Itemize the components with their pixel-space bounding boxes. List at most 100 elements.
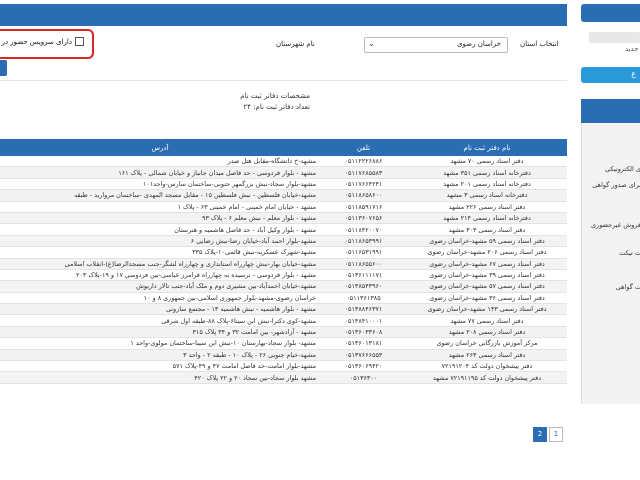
cell-tel: ۰۵۱۱۶۵۳۱۹۹۱ — [320, 246, 407, 259]
table-row: مشهد - خیابان امام خمینی - امام خمینی ۶۳… — [0, 201, 567, 213]
sidebar-item-ticket[interactable]: ت تیکت — [619, 249, 640, 257]
cell-address: مشهد-خیابان فلسطین - نبش فلسطین ۱۵ - مقا… — [0, 189, 320, 202]
province-value: خراسان رضوی — [457, 40, 501, 48]
cell-tel: ۰۵۱۱۷۶۸۵۵۸۳ — [320, 166, 407, 179]
cell-name: دفتر اسناد رسمی ۷۰ مشهد — [407, 156, 567, 168]
table-row: مشهد- بلوار سجاد-بهارستان ۱۰-نبش ابن سین… — [0, 337, 567, 350]
cell-tel: ۰۵۱۱۷۶۶۴۲۴۱ — [320, 178, 407, 191]
cell-address: مشهد - بلوار وکیل آباد - حد فاصل هاشمیه … — [0, 223, 320, 236]
cell-address: مشهد - آزادشهر- بین امامت ۳۲ و ۳۴ پلاک ۳… — [0, 326, 320, 339]
sidebar-button[interactable]: ع — [581, 67, 640, 83]
cell-address: مشهد-بلوار سجاد-نبش بزرگمهر جنوبی-ساختما… — [0, 178, 320, 191]
table-row: مشهد-خیابان فلسطین - نبش فلسطین ۱۵ - مقا… — [0, 189, 567, 202]
page-2-button[interactable]: 2 — [533, 427, 547, 442]
table-body: مشهد-خ دانشگاه-مقابل هتل صدر ۰۵۱۱۲۲۲۶۸۸۶ د… — [0, 156, 567, 384]
cell-name: مرکز آموزش بازرگانی خراسان رضوی — [407, 337, 567, 350]
cell-name: دفترخانه اسناد رسمی ۲۰۱ مشهد — [407, 178, 567, 191]
cell-tel: ۰۵۱۳۶۳۰۰ — [320, 371, 407, 384]
summary-count: تعداد دفاتر ثبت نام: ۲۴ — [243, 103, 310, 111]
cell-address: خراسان رضوی-مشهد-بلوار جمهوری اسلامی-بین… — [0, 292, 320, 305]
sidebar-item-certificate[interactable]: ت گواهی — [616, 283, 640, 291]
cell-address: مشهد-خ دانشگاه-مقابل هتل صدر — [0, 156, 320, 168]
cell-address: مشهد-شهرک عسکریه-نبش قائمی۱۰-پلاک ۳۳۵ — [0, 246, 320, 259]
table-row: مشهد-بلوار امامت-حد فاصل امامت ۴۷ و ۴۹-پ… — [0, 360, 567, 373]
cell-tel: ۰۵۱۳۷۶۶۶۵۵۳ — [320, 349, 407, 362]
service-checkbox[interactable] — [75, 37, 84, 46]
table-row: مشهد-کوی دکترا-نبش ابن سینا۶-پلاک ۸۸-طبق… — [0, 314, 567, 327]
column-header-name: نام دفتر ثبت نام — [407, 139, 567, 156]
sidebar-item-certificate-issue[interactable]: برای صدور گواهی — [592, 181, 640, 189]
province-label: انتخاب استان — [520, 40, 559, 48]
cell-tel: ۰۵۱۳۶۰۳۳۶۰۸ — [320, 326, 407, 339]
table-row: مشهد-خیابان احمدآباد-بین مشیری دوم و ملک… — [0, 280, 567, 293]
cell-address: مشهد - بلوار هاشمیه - نبش هاشمیه ۱۳ - مج… — [0, 303, 320, 316]
table-row: مشهد-بلوار احمد آباد-خیابان رضا-نبش رضای… — [0, 235, 567, 248]
chevron-down-icon: ⌄ — [368, 39, 375, 48]
cell-tel: ۰۵۱۳۶۰۶۹۴۲۰ — [320, 360, 407, 373]
cell-name: دفترخانه اسناد رسمی ۳۵۱ مشهد — [407, 166, 567, 179]
table-row: مشهد-خیام جنوبی ۲۶ - پلاک ۱۰ - طبقه ۲ - … — [0, 349, 567, 362]
table-row: مشهد-خیابان بهار-نبش چهارراه استانداری و… — [0, 258, 567, 270]
cell-address: مشهد-کوی دکترا-نبش ابن سینا۶-پلاک ۸۸-طبق… — [0, 314, 320, 327]
cell-name: دفترخانه اسناد رسمی ۳ مشهد — [407, 189, 567, 202]
table-row: مشهد-بلوار سجاد-نبش بزرگمهر جنوبی-ساختما… — [0, 178, 567, 191]
table-row: مشهد - بلوار هاشمیه - نبش هاشمیه ۱۳ - مج… — [0, 303, 567, 316]
cell-tel: ۰۵۱۱۸۶۵۳۹۹۱ — [320, 235, 407, 248]
cell-name: دفتر اسناد رسمی ۳۶ مشهد-خراسان رضوی — [407, 292, 567, 305]
sidebar-menu: ی الکترونیکی برای صدور گواهی فروش غیرحضو… — [581, 99, 640, 404]
cell-tel: ۰۵۱۱۸۴۲۰۰۷۰ — [320, 223, 407, 236]
cell-address: مشهد-خیابان احمدآباد-بین مشیری دوم و ملک… — [0, 280, 320, 293]
sidebar-item-electronic[interactable]: ی الکترونیکی — [605, 165, 640, 173]
cell-address: مشهد-بلوار امامت-حد فاصل امامت ۴۷ و ۴۹-پ… — [0, 360, 320, 373]
service-checkbox-label: دارای سرویس حضور در — [1, 38, 72, 46]
cell-tel: ۰۵۱۳۶۰۱۳۱۸۱ — [320, 337, 407, 350]
table-row: خراسان رضوی-مشهد-بلوار جمهوری اسلامی-بین… — [0, 292, 567, 305]
table-row: مشهد-خ دانشگاه-مقابل هتل صدر ۰۵۱۱۲۲۲۶۸۸۶ د… — [0, 156, 567, 168]
cell-name: دفتر اسناد رسمی ۶۷ مشهد-خراسان رضوی — [407, 258, 567, 270]
table-row: مشهد - بلوار فردوسی - نرسیده به چهارراه … — [0, 269, 567, 282]
table-row: مشهد-شهرک عسکریه-نبش قائمی۱۰-پلاک ۳۳۵ ۰۵۱… — [0, 246, 567, 259]
province-select[interactable]: ⌄ خراسان رضوی — [364, 37, 508, 53]
table-row: مشهد - بلوار وکیل آباد - حد فاصل هاشمیه … — [0, 223, 567, 236]
sidebar-item-online-sale[interactable]: فروش غیرحضوری — [591, 221, 640, 229]
city-label: نام شهرستان — [276, 40, 315, 48]
cell-tel: ۰۵۱۱۸۶۵۵۶۰۰ — [320, 258, 407, 270]
page-1-button[interactable]: 1 — [549, 427, 563, 442]
cell-address: مشهد-خیابان بهار-نبش چهارراه استانداری و… — [0, 258, 320, 270]
sidebar-button-label: ع — [631, 69, 636, 78]
cell-name: دفتر اسناد رسمی ۲۰۸ مشهد — [407, 326, 567, 339]
cell-tel: ۰۵۱۳۸۵۴۳۹۶۰ — [320, 280, 407, 293]
cell-address: مشهد-بلوار احمد آباد-خیابان رضا-نبش رضای… — [0, 235, 320, 248]
cell-name: دفتر اسناد رسمی ۲۲۶ مشهد — [407, 201, 567, 213]
cell-tel: ۰۵۱۱۳۶۱۳۸۵ — [320, 292, 407, 305]
cell-name: دفتر پیشخوان دولت کد ۷۲۱۹۱۲۰۴ — [407, 360, 567, 373]
cell-address: مشهد-خیام جنوبی ۲۶ - پلاک ۱۰ - طبقه ۲ - … — [0, 349, 320, 362]
cell-tel: ۰۵۱۱۸۵۹۱۷۱۶ — [320, 201, 407, 213]
cell-address: مشهد- بلوار سجاد-بهارستان ۱۰-نبش ابن سین… — [0, 337, 320, 350]
sidebar-field-label: جدید — [625, 45, 639, 53]
table-row: مشهد - بلوار فردوسی - حد فاصل میدان جانب… — [0, 166, 567, 179]
cell-tel: ۰۵۱۳۸۸۴۶۳۷۱ — [320, 303, 407, 316]
header-bar — [0, 4, 567, 26]
cell-tel: ۰۵۱۳۶۱۱۱۱۷۱ — [320, 269, 407, 282]
table-row: مشهد - بلوار معلم - نبش معلم ۶ - پلاک ۹۳… — [0, 212, 567, 225]
table-row: مشهد - آزادشهر- بین امامت ۳۲ و ۳۴ پلاک ۳… — [0, 326, 567, 339]
summary-title: مشخصات دفاتر ثبت نام — [240, 92, 310, 100]
cell-name: دفتر اسناد رسمی ۲۶۳ مشهد — [407, 349, 567, 362]
sidebar-menu-header — [581, 99, 640, 123]
offices-table: آدرس تلفن نام دفتر ثبت نام مشهد-خ دانشگا… — [0, 139, 567, 384]
right-sidebar: جدید ع ی الکترونیکی برای صدور گواهی فروش… — [581, 0, 640, 480]
cell-name: دفتر اسناد رسمی ۷۷ مشهد — [407, 314, 567, 327]
cell-name: دفترخانه اسناد رسمی ۲۱۴ مشهد — [407, 212, 567, 225]
cell-address: مشهد - بلوار معلم - نبش معلم ۶ - پلاک ۹۳ — [0, 212, 320, 225]
cell-name: دفتر اسناد رسمی ۵۹ مشهد-خراسان رضوی — [407, 235, 567, 248]
cell-tel: ۰۵۱۳۸۴۱۰۰۰۱ — [320, 314, 407, 327]
cell-address: مشهد - خیابان امام خمینی - امام خمینی ۶۳… — [0, 201, 320, 213]
cell-name: دفتر پیشخوان دولت کد ۷۲۱۹۱۱۹۵ مشهد — [407, 371, 567, 384]
cell-name: دفتر اسناد رسمی ۵۷ مشهد-خراسان رضوی — [407, 280, 567, 293]
cell-name: دفتر اسناد رسمی ۱۴۳ مشهد-خراسان رضوی — [407, 303, 567, 316]
side-tab[interactable] — [0, 60, 7, 76]
sidebar-input[interactable] — [589, 32, 640, 43]
table-header-row: آدرس تلفن نام دفتر ثبت نام — [0, 139, 567, 156]
sidebar-header — [581, 4, 640, 22]
